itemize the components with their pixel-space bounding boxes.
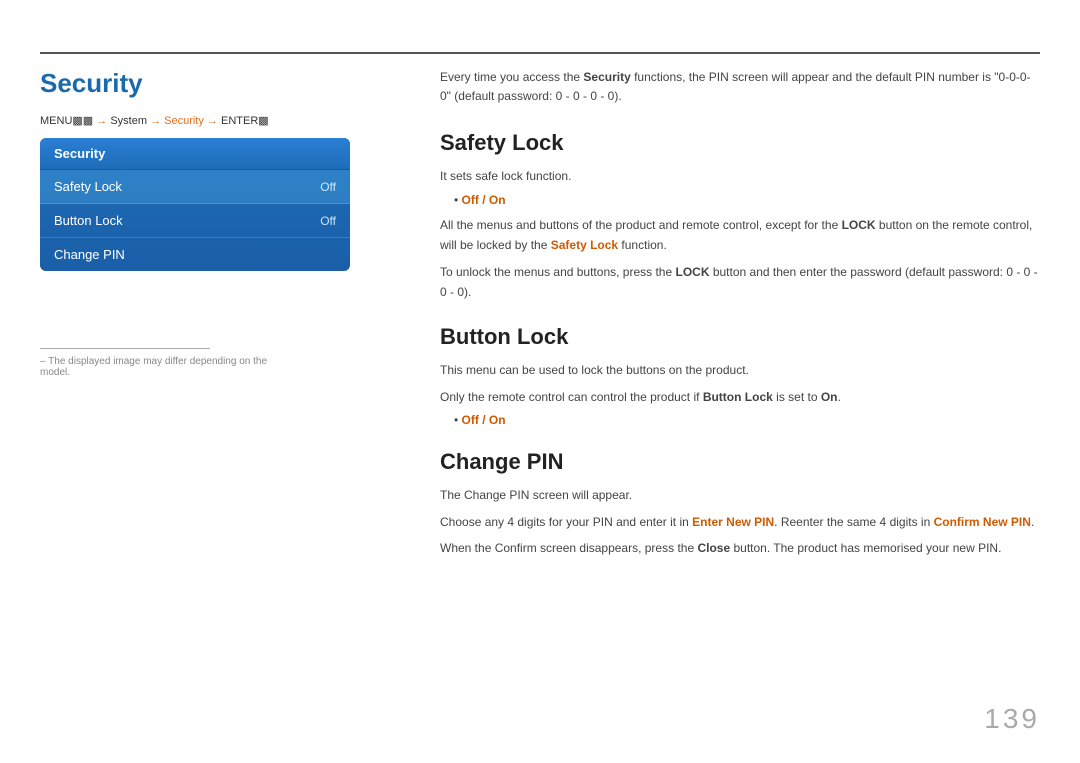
section-button-lock: Button Lock This menu can be used to loc… [440,324,1040,427]
enter-label: ENTER▩ [221,115,269,127]
arrow-2: → [150,115,164,127]
change-pin-p3: When the Confirm screen disappears, pres… [440,538,1040,558]
page-title: Security [40,68,143,99]
menu-item-value-safety-lock: Off [320,180,336,194]
menu-item-button-lock[interactable]: Button Lock Off [40,204,350,238]
safety-lock-bullet: Off / On [454,193,1040,207]
security-panel: Security Safety Lock Off Button Lock Off… [40,138,350,271]
footnote-line [40,348,210,349]
safety-lock-p1: It sets safe lock function. [440,166,1040,186]
footnote-text: – The displayed image may differ dependi… [40,356,280,378]
menu-item-label: Safety Lock [54,179,122,194]
security-label: Security [164,115,204,127]
menu-item-label: Button Lock [54,213,123,228]
safety-lock-p3: To unlock the menus and buttons, press t… [440,262,1040,303]
section-change-pin: Change PIN The Change PIN screen will ap… [440,449,1040,558]
security-panel-header: Security [40,138,350,170]
section-title-button-lock: Button Lock [440,324,1040,350]
section-safety-lock: Safety Lock It sets safe lock function. … [440,130,1040,302]
menu-item-value-button-lock: Off [320,214,336,228]
menu-item-label: Change PIN [54,247,125,262]
change-pin-p1: The Change PIN screen will appear. [440,485,1040,505]
arrow-3: → [207,115,221,127]
menu-path: MENU▩▩ → System → Security → ENTER▩ [40,114,269,127]
menu-label: MENU▩▩ [40,115,93,127]
section-title-safety-lock: Safety Lock [440,130,1040,156]
system-label: System [110,115,147,127]
button-lock-bullet: Off / On [454,413,1040,427]
section-title-change-pin: Change PIN [440,449,1040,475]
button-lock-option: Off / On [462,413,506,427]
menu-item-safety-lock[interactable]: Safety Lock Off [40,170,350,204]
top-border [40,52,1040,54]
button-lock-p2: Only the remote control can control the … [440,387,1040,407]
page-number: 139 [984,703,1040,735]
safety-lock-option: Off / On [462,193,506,207]
safety-lock-p2: All the menus and buttons of the product… [440,215,1040,256]
button-lock-p1: This menu can be used to lock the button… [440,360,1040,380]
intro-text: Every time you access the Security funct… [440,68,1040,106]
menu-item-change-pin[interactable]: Change PIN [40,238,350,271]
right-content: Every time you access the Security funct… [440,68,1040,580]
change-pin-p2: Choose any 4 digits for your PIN and ent… [440,512,1040,532]
arrow-1: → [96,115,110,127]
